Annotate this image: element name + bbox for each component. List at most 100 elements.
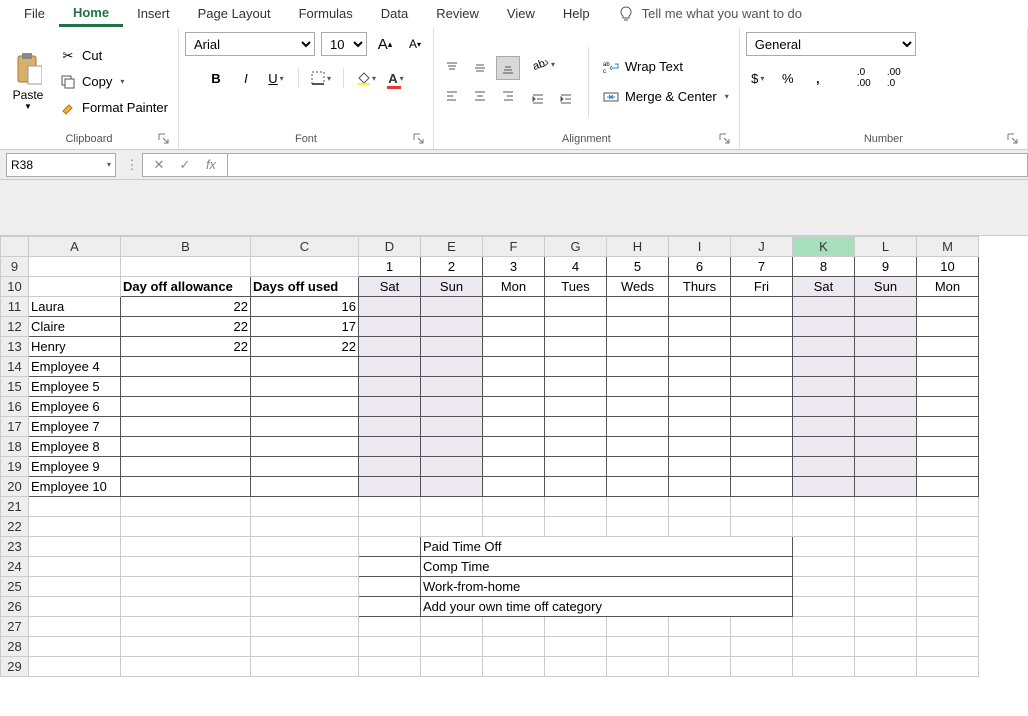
cell[interactable] — [855, 437, 917, 457]
cell[interactable] — [121, 597, 251, 617]
cell[interactable]: 9 — [855, 257, 917, 277]
menu-review[interactable]: Review — [422, 2, 493, 25]
cell[interactable]: 6 — [669, 257, 731, 277]
cell[interactable] — [917, 437, 979, 457]
cell[interactable] — [855, 497, 917, 517]
cell[interactable] — [421, 617, 483, 637]
cell[interactable] — [731, 337, 793, 357]
legend-label[interactable]: Add your own time off category — [421, 597, 793, 617]
cell[interactable] — [731, 497, 793, 517]
cell[interactable] — [607, 617, 669, 637]
cell[interactable] — [855, 377, 917, 397]
cell[interactable] — [251, 517, 359, 537]
cell[interactable] — [731, 637, 793, 657]
cell[interactable] — [855, 297, 917, 317]
cell[interactable] — [545, 517, 607, 537]
cell[interactable] — [917, 657, 979, 677]
cell[interactable] — [121, 357, 251, 377]
cell[interactable] — [121, 397, 251, 417]
cell[interactable] — [251, 457, 359, 477]
cell[interactable] — [251, 417, 359, 437]
cell[interactable]: Sat — [793, 277, 855, 297]
cell[interactable] — [121, 637, 251, 657]
cell[interactable]: 7 — [731, 257, 793, 277]
row-header-13[interactable]: 13 — [1, 337, 29, 357]
cell[interactable] — [917, 577, 979, 597]
italic-button[interactable]: I — [234, 66, 258, 90]
cell[interactable] — [669, 437, 731, 457]
row-header-24[interactable]: 24 — [1, 557, 29, 577]
cell[interactable] — [855, 617, 917, 637]
cell[interactable] — [421, 337, 483, 357]
cell[interactable] — [121, 497, 251, 517]
cell[interactable]: Mon — [483, 277, 545, 297]
menu-view[interactable]: View — [493, 2, 549, 25]
cell[interactable] — [669, 377, 731, 397]
cell[interactable] — [251, 537, 359, 557]
cell[interactable] — [251, 257, 359, 277]
cell[interactable] — [483, 397, 545, 417]
cell[interactable]: Thurs — [669, 277, 731, 297]
cell[interactable] — [483, 617, 545, 637]
row-header-19[interactable]: 19 — [1, 457, 29, 477]
cell[interactable] — [855, 337, 917, 357]
cell[interactable] — [483, 377, 545, 397]
cell[interactable] — [121, 417, 251, 437]
orientation-button[interactable]: ab▾ — [526, 53, 560, 77]
spreadsheet-grid[interactable]: ABCDEFGHIJKLM91234567891010Day off allow… — [0, 236, 1028, 677]
cut-button[interactable]: ✂ Cut — [56, 46, 172, 66]
cell[interactable] — [421, 497, 483, 517]
align-right-button[interactable] — [496, 84, 520, 108]
cell[interactable] — [483, 417, 545, 437]
decrease-decimal-button[interactable]: .00.0 — [882, 66, 906, 90]
cell[interactable] — [421, 457, 483, 477]
cell[interactable] — [421, 437, 483, 457]
cell[interactable] — [29, 577, 121, 597]
row-header-20[interactable]: 20 — [1, 477, 29, 497]
cell[interactable] — [359, 637, 421, 657]
cell[interactable] — [545, 397, 607, 417]
cell[interactable] — [359, 617, 421, 637]
bold-button[interactable]: B — [204, 66, 228, 90]
cell[interactable] — [251, 397, 359, 417]
cell[interactable] — [251, 357, 359, 377]
cell[interactable] — [855, 397, 917, 417]
cell[interactable] — [917, 597, 979, 617]
cell[interactable]: 22 — [121, 297, 251, 317]
cell[interactable] — [251, 617, 359, 637]
cell[interactable] — [607, 497, 669, 517]
cell[interactable] — [793, 437, 855, 457]
underline-button[interactable]: U▾ — [264, 66, 288, 90]
cell[interactable] — [121, 257, 251, 277]
cell[interactable] — [483, 297, 545, 317]
row-header-15[interactable]: 15 — [1, 377, 29, 397]
cell[interactable] — [359, 317, 421, 337]
cell[interactable] — [607, 437, 669, 457]
cell[interactable] — [545, 657, 607, 677]
cell[interactable] — [669, 457, 731, 477]
cell[interactable]: Sat — [359, 277, 421, 297]
cell[interactable] — [607, 637, 669, 657]
menu-formulas[interactable]: Formulas — [285, 2, 367, 25]
cell[interactable] — [359, 477, 421, 497]
cell[interactable] — [793, 597, 855, 617]
legend-color[interactable] — [359, 597, 421, 617]
col-header-H[interactable]: H — [607, 237, 669, 257]
cell[interactable] — [421, 637, 483, 657]
cell[interactable] — [121, 517, 251, 537]
comma-format-button[interactable]: , — [806, 66, 830, 90]
cell[interactable] — [483, 317, 545, 337]
number-format-select[interactable]: General — [746, 32, 916, 56]
cell[interactable] — [251, 477, 359, 497]
cell[interactable] — [359, 357, 421, 377]
cell[interactable] — [669, 517, 731, 537]
copy-button[interactable]: Copy ▾ — [56, 72, 172, 92]
cell[interactable] — [917, 317, 979, 337]
cell[interactable] — [793, 377, 855, 397]
cell[interactable] — [359, 417, 421, 437]
cell[interactable]: Day off allowance — [121, 277, 251, 297]
cell[interactable]: 3 — [483, 257, 545, 277]
cell[interactable] — [855, 637, 917, 657]
cell[interactable] — [917, 457, 979, 477]
cell[interactable] — [121, 557, 251, 577]
